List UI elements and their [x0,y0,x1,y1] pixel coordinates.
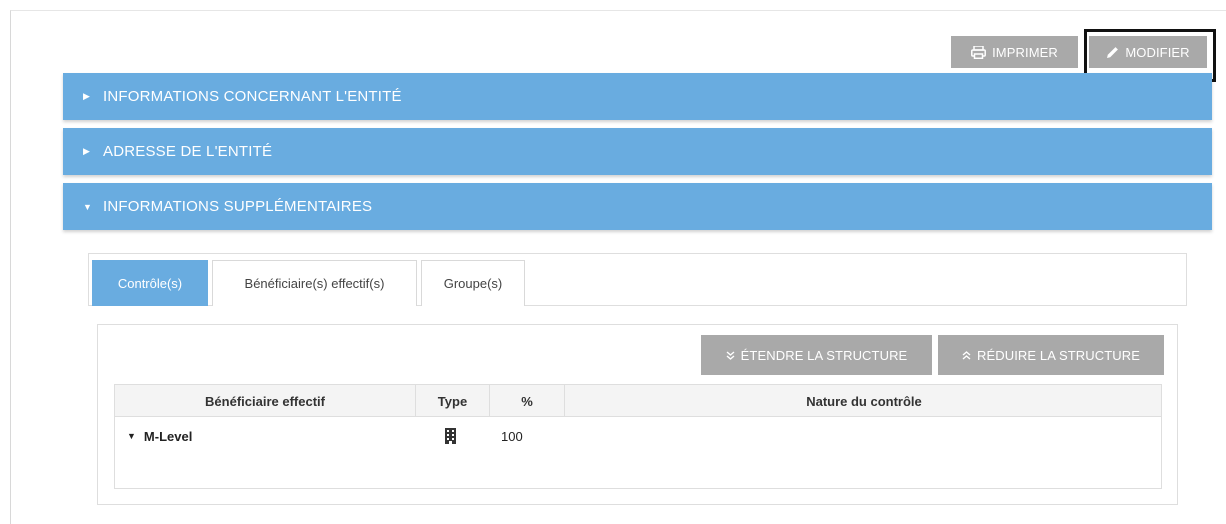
accordion-label: ADRESSE DE L'ENTITÉ [103,143,273,160]
print-button[interactable]: IMPRIMER [951,36,1078,68]
ownership-percent: 100 [501,428,523,444]
tree-node[interactable]: ▼ M-Level [127,425,192,447]
controls-panel: ÉTENDRE LA STRUCTURE RÉDUIRE LA STRUCTUR… [97,324,1178,505]
accordion-label: INFORMATIONS CONCERNANT L'ENTITÉ [103,88,402,105]
double-chevron-down-icon [726,350,735,360]
tab-beneficial-owners[interactable]: Bénéficiaire(s) effectif(s) [212,260,417,306]
tab-label: Bénéficiaire(s) effectif(s) [244,276,385,291]
tab-label: Contrôle(s) [117,276,183,291]
column-header-percent[interactable]: % [490,385,565,417]
print-label: IMPRIMER [992,44,1058,60]
tab-controls[interactable]: Contrôle(s) [92,260,208,306]
building-icon [445,425,456,447]
expand-structure-label: ÉTENDRE LA STRUCTURE [740,347,908,363]
table-row[interactable]: ▼ M-Level 100 [115,425,1161,447]
column-header-beneficiary[interactable]: Bénéficiaire effectif [115,385,416,417]
accordion-entity-address[interactable]: ▶ ADRESSE DE L'ENTITÉ [63,128,1212,175]
accordion-additional-info[interactable]: ▼ INFORMATIONS SUPPLÉMENTAIRES [63,183,1212,230]
table-header: Bénéficiaire effectif Type % Nature du c… [115,385,1161,417]
caret-right-icon: ▶ [83,91,91,101]
accordion-entity-info[interactable]: ▶ INFORMATIONS CONCERNANT L'ENTITÉ [63,73,1212,120]
beneficiary-name: M-Level [143,428,193,444]
collapse-structure-label: RÉDUIRE LA STRUCTURE [976,347,1141,363]
caret-down-icon[interactable]: ▼ [127,431,136,441]
caret-right-icon: ▶ [83,146,91,156]
printer-icon [971,45,987,59]
tab-bar: Contrôle(s) Bénéficiaire(s) effectif(s) … [88,253,1187,306]
column-header-control-nature[interactable]: Nature du contrôle [565,385,1163,417]
tab-label: Groupe(s) [443,276,503,291]
tab-groups[interactable]: Groupe(s) [421,260,525,306]
double-chevron-up-icon [962,350,971,360]
caret-down-icon: ▼ [83,201,93,212]
collapse-structure-button[interactable]: RÉDUIRE LA STRUCTURE [938,335,1164,375]
accordion-label: INFORMATIONS SUPPLÉMENTAIRES [103,198,373,215]
control-tree-table: Bénéficiaire effectif Type % Nature du c… [114,384,1162,489]
expand-structure-button[interactable]: ÉTENDRE LA STRUCTURE [701,335,932,375]
column-header-type[interactable]: Type [416,385,490,417]
